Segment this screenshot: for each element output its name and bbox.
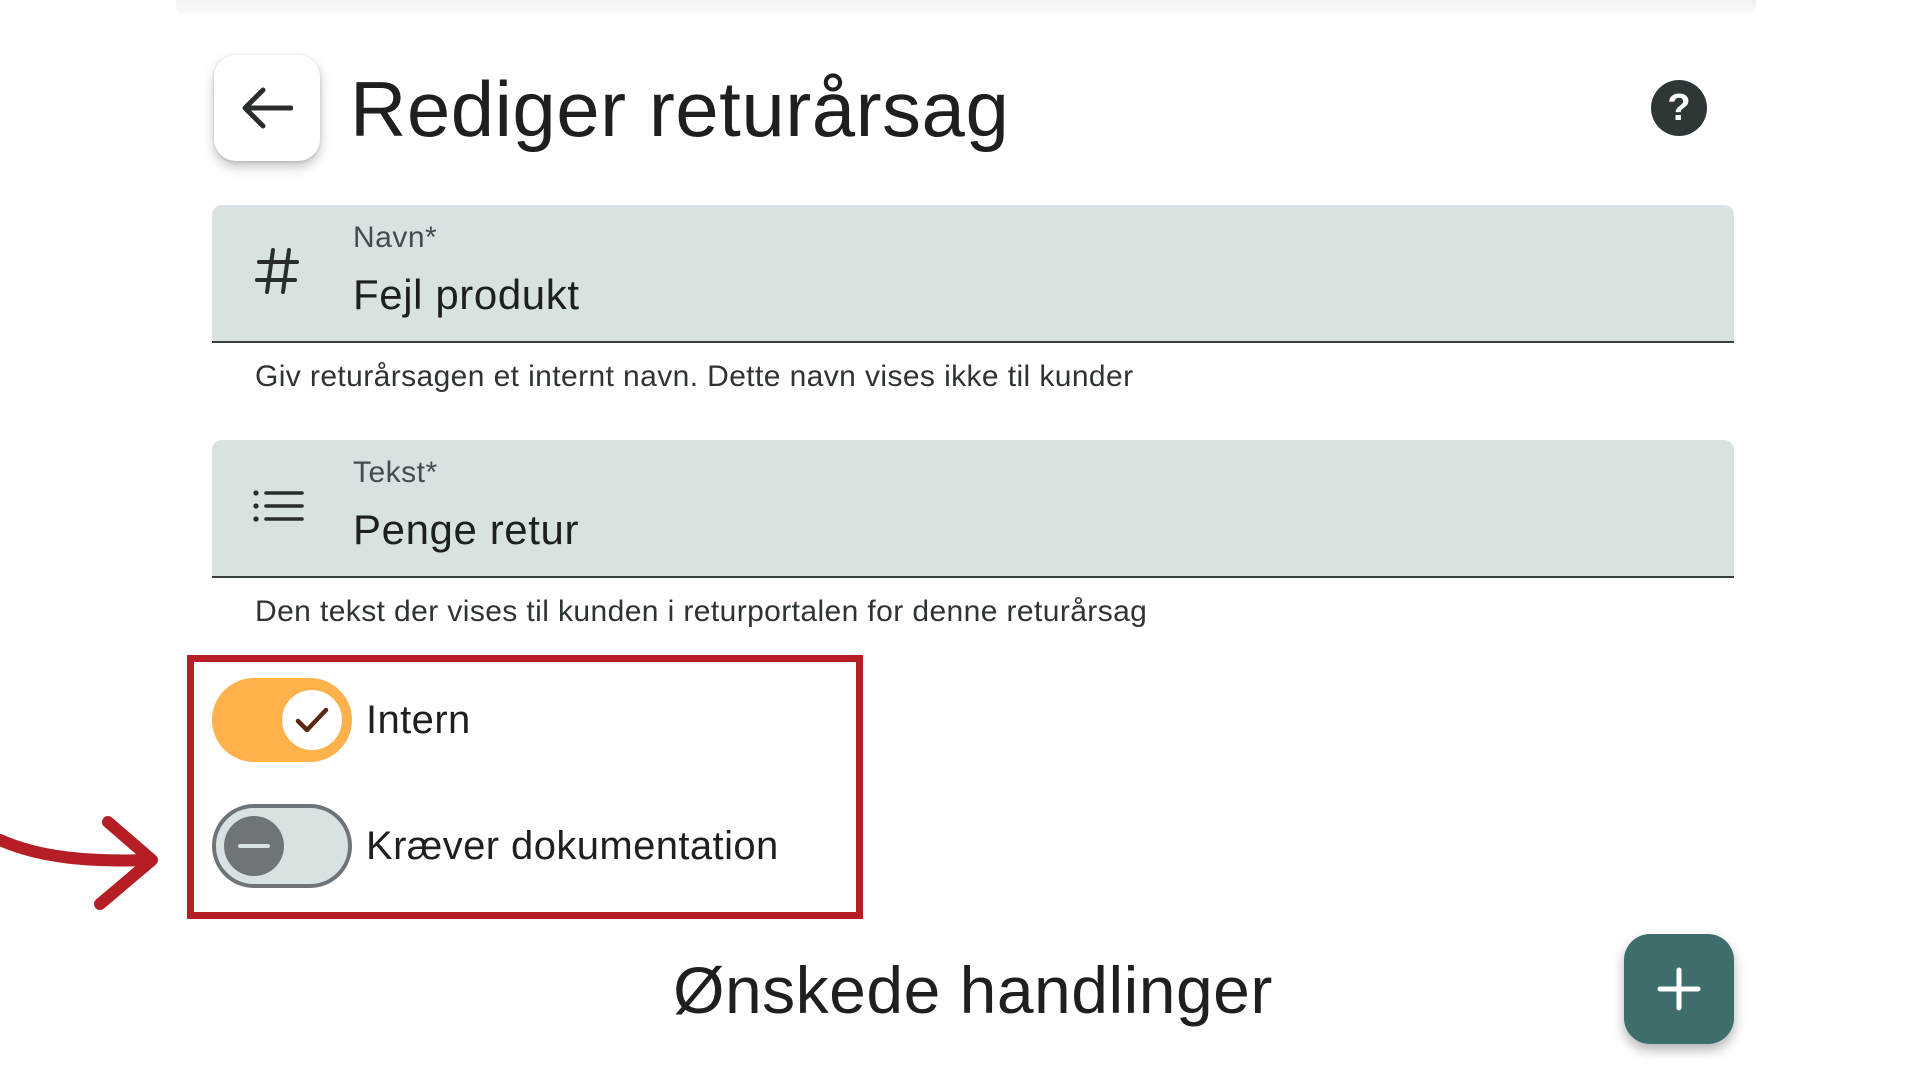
toggle-knob-on <box>282 690 342 750</box>
navn-field[interactable]: Navn* <box>212 205 1734 343</box>
minus-icon <box>238 844 270 848</box>
kraever-dokumentation-toggle-row[interactable]: Kræver dokumentation <box>212 802 779 890</box>
navn-label: Navn* <box>353 221 438 254</box>
hash-icon <box>250 243 306 299</box>
intern-label: Intern <box>366 697 471 742</box>
check-icon <box>295 707 329 733</box>
plus-icon <box>1657 967 1701 1011</box>
tekst-input[interactable] <box>353 506 1653 554</box>
tekst-label: Tekst* <box>353 456 438 489</box>
add-action-button[interactable] <box>1624 934 1734 1044</box>
help-button[interactable]: ? <box>1651 80 1707 136</box>
kraever-dokumentation-toggle[interactable] <box>212 804 352 888</box>
arrow-left-icon <box>242 87 293 129</box>
toggle-knob-off <box>224 816 284 876</box>
intern-toggle-row[interactable]: Intern <box>212 676 471 764</box>
annotation-arrow-icon <box>0 816 158 910</box>
edit-return-reason-page: Rediger returårsag ? Navn* Giv returårsa… <box>0 0 1920 1080</box>
navn-input[interactable] <box>353 271 1653 319</box>
navn-hint: Giv returårsagen et internt navn. Dette … <box>255 360 1134 393</box>
tekst-field[interactable]: Tekst* <box>212 440 1734 578</box>
top-panel-edge <box>176 0 1756 14</box>
list-icon <box>250 478 306 534</box>
kraever-dokumentation-label: Kræver dokumentation <box>366 823 779 868</box>
page-title: Rediger returårsag <box>350 65 1010 153</box>
tekst-hint: Den tekst der vises til kunden i returpo… <box>255 595 1148 628</box>
intern-toggle[interactable] <box>212 678 352 762</box>
help-icon: ? <box>1667 86 1691 129</box>
back-button[interactable] <box>214 55 320 161</box>
